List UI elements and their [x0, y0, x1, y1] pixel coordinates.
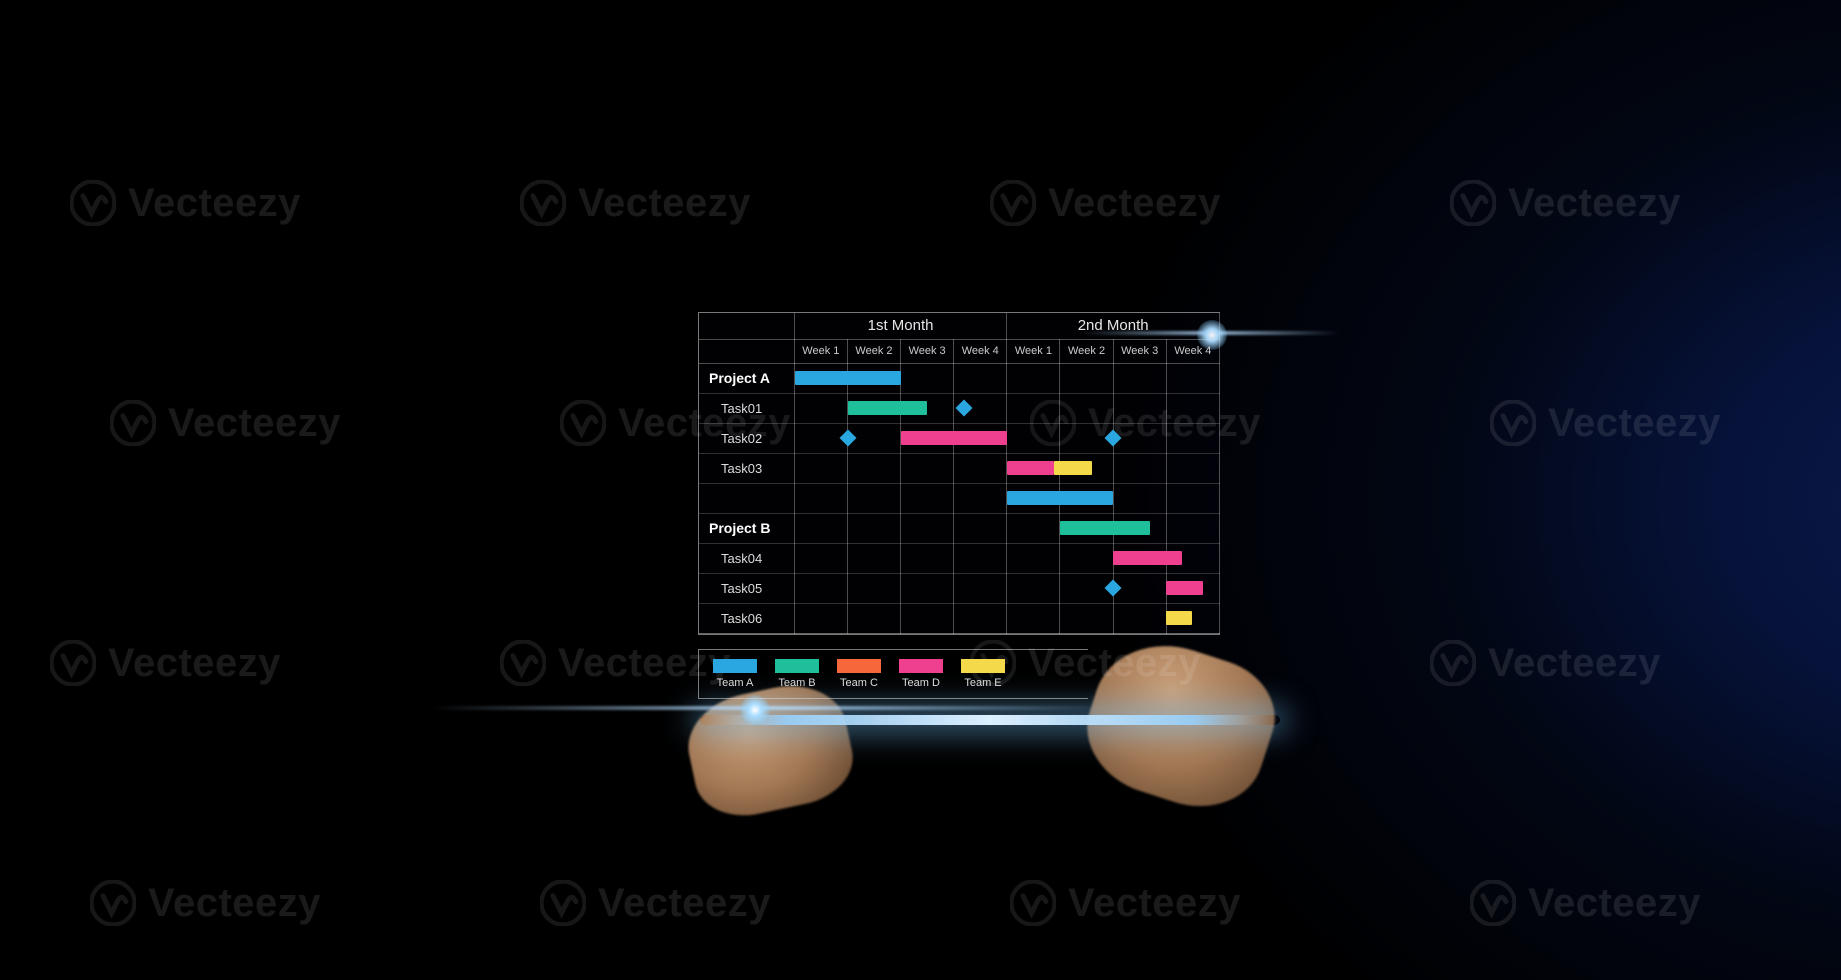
legend-swatch	[775, 659, 819, 673]
week-label: Week 4	[954, 339, 1007, 363]
watermark: Vecteezy	[90, 880, 321, 926]
gantt-chart: 1st Month 2nd Month Week 1 Week 2 Week 3…	[698, 312, 1220, 699]
watermark: Vecteezy	[500, 640, 731, 686]
watermark-text: Vecteezy	[1508, 181, 1681, 226]
month-label: 1st Month	[794, 313, 1007, 339]
gantt-row-label: Task03	[699, 453, 794, 483]
watermark-text: Vecteezy	[1488, 641, 1661, 686]
watermark: Vecteezy	[1010, 880, 1241, 926]
week-label: Week 3	[901, 339, 954, 363]
gantt-row-label: Task01	[699, 393, 794, 423]
gantt-row	[699, 483, 1220, 513]
gantt-row: Task05	[699, 573, 1220, 603]
gantt-row: Project B	[699, 513, 1220, 543]
legend-swatch	[961, 659, 1005, 673]
watermark: Vecteezy	[990, 180, 1221, 226]
legend-swatch	[713, 659, 757, 673]
week-label: Week 4	[1166, 339, 1219, 363]
watermark: Vecteezy	[540, 880, 771, 926]
legend-label: Team E	[964, 677, 1001, 689]
gantt-row-label: Project B	[699, 513, 794, 543]
watermark: Vecteezy	[1450, 180, 1681, 226]
gantt-legend: Team A Team B Team C Team D Team E	[698, 649, 1088, 699]
legend-swatch	[899, 659, 943, 673]
watermark-text: Vecteezy	[128, 181, 301, 226]
watermark: Vecteezy	[1490, 400, 1721, 446]
gantt-row: Task03	[699, 453, 1220, 483]
watermark: Vecteezy	[1430, 640, 1661, 686]
gantt-row-label: Project A	[699, 363, 794, 393]
watermark-text: Vecteezy	[168, 401, 341, 446]
legend-label: Team A	[717, 677, 754, 689]
watermark-text: Vecteezy	[1048, 181, 1221, 226]
watermark: Vecteezy	[110, 400, 341, 446]
watermark: Vecteezy	[520, 180, 751, 226]
legend-swatch	[837, 659, 881, 673]
gantt-row-label: Task05	[699, 573, 794, 603]
gantt-row-label: Task06	[699, 603, 794, 633]
month-label: 2nd Month	[1007, 313, 1220, 339]
legend-label: Team B	[778, 677, 815, 689]
legend-label: Team C	[840, 677, 878, 689]
gantt-grid: 1st Month 2nd Month Week 1 Week 2 Week 3…	[698, 312, 1220, 635]
gantt-row: Task02	[699, 423, 1220, 453]
gantt-header-weeks: Week 1 Week 2 Week 3 Week 4 Week 1 Week …	[699, 339, 1220, 363]
legend-item: Team D	[899, 659, 943, 689]
watermark-text: Vecteezy	[1528, 881, 1701, 926]
gantt-row: Task06	[699, 603, 1220, 633]
week-label: Week 2	[847, 339, 900, 363]
watermark-text: Vecteezy	[598, 881, 771, 926]
gantt-row: Task04	[699, 543, 1220, 573]
gantt-row: Project A	[699, 363, 1220, 393]
watermark-text: Vecteezy	[578, 181, 751, 226]
legend-item: Team A	[713, 659, 757, 689]
watermark-text: Vecteezy	[1068, 881, 1241, 926]
gantt-row-label	[699, 483, 794, 513]
week-label: Week 2	[1060, 339, 1113, 363]
gantt-row-label: Task04	[699, 543, 794, 573]
watermark: Vecteezy	[50, 640, 281, 686]
watermark-text: Vecteezy	[1548, 401, 1721, 446]
week-label: Week 1	[794, 339, 847, 363]
gantt-header-months: 1st Month 2nd Month	[699, 313, 1220, 339]
legend-label: Team D	[902, 677, 940, 689]
legend-item: Team C	[837, 659, 881, 689]
watermark-text: Vecteezy	[148, 881, 321, 926]
legend-item: Team B	[775, 659, 819, 689]
watermark-text: Vecteezy	[108, 641, 281, 686]
week-label: Week 3	[1113, 339, 1166, 363]
legend-item: Team E	[961, 659, 1005, 689]
gantt-row-label: Task02	[699, 423, 794, 453]
week-label: Week 1	[1007, 339, 1060, 363]
watermark: Vecteezy	[70, 180, 301, 226]
watermark: Vecteezy	[1470, 880, 1701, 926]
gantt-row: Task01	[699, 393, 1220, 423]
